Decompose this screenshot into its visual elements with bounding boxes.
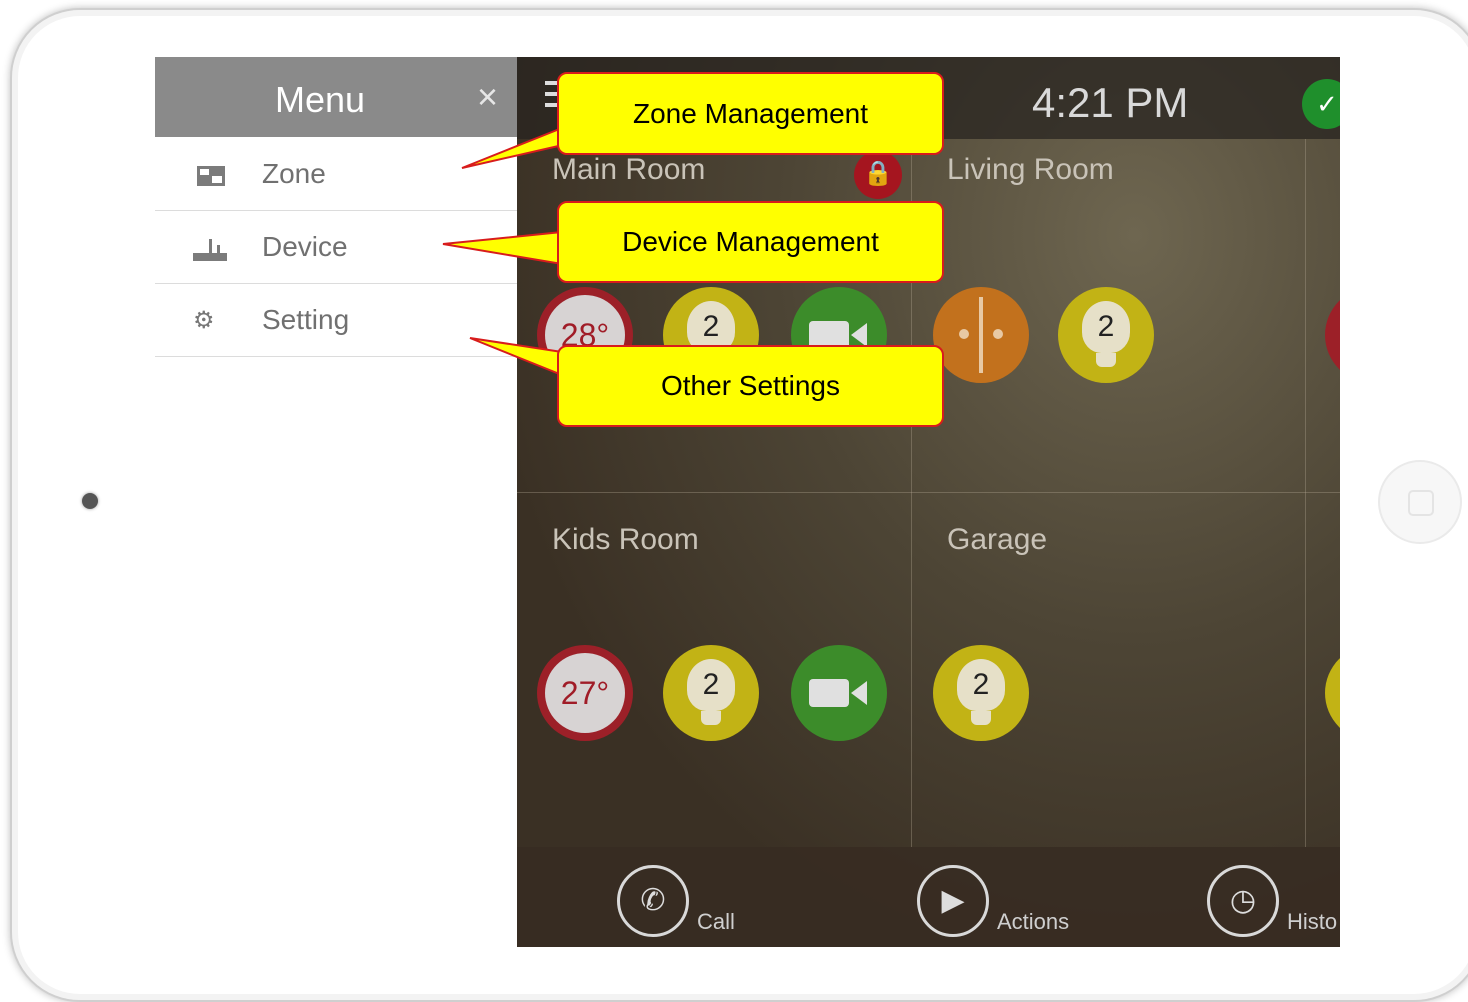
actions-label: Actions <box>997 909 1070 934</box>
home-square-icon <box>1408 490 1434 516</box>
check-icon[interactable]: ✓ <box>1302 79 1340 129</box>
side-menu: Menu × Zone Device ⚙ Setting <box>155 57 517 947</box>
light-count: 2 <box>687 659 735 711</box>
light-button[interactable] <box>1325 645 1340 741</box>
thermostat-button[interactable] <box>1325 287 1340 383</box>
lock-icon[interactable]: 🔒 <box>854 151 902 199</box>
menu-header: Menu × <box>155 57 517 137</box>
zone-icon <box>197 166 225 186</box>
home-button[interactable] <box>1378 460 1462 544</box>
clock-icon: ◷ <box>1207 865 1279 937</box>
light-count: 2 <box>1082 301 1130 353</box>
light-button[interactable]: 2 <box>663 645 759 741</box>
play-icon: ▶ <box>917 865 989 937</box>
camera-icon <box>809 679 849 707</box>
menu-item-label: Device <box>262 231 348 262</box>
camera-button[interactable] <box>791 645 887 741</box>
menu-item-device[interactable]: Device <box>155 211 517 284</box>
bottom-toolbar: ✆ Call ▶ Actions ◷ Histo <box>517 847 1340 947</box>
thermostat-button[interactable]: 27° <box>537 645 633 741</box>
grid-divider <box>1305 139 1306 847</box>
zone-callout: Zone Management <box>557 72 944 155</box>
history-label: Histo <box>1287 909 1338 934</box>
clock: 4:21 PM <box>1032 79 1189 126</box>
room-name-kids[interactable]: Kids Room <box>552 523 699 557</box>
room-name-garage[interactable]: Garage <box>947 523 1047 557</box>
gear-icon: ⚙ <box>193 307 215 334</box>
menu-item-zone[interactable]: Zone <box>155 138 517 211</box>
settings-callout: Other Settings <box>557 345 944 427</box>
screen: 4:21 PM ✓ Main Room 🔒 Living Room Kids R… <box>155 57 1340 947</box>
menu-title: Menu <box>275 79 366 120</box>
home-dashboard: 4:21 PM ✓ Main Room 🔒 Living Room Kids R… <box>517 57 1340 947</box>
light-count: 2 <box>957 659 1005 711</box>
device-callout: Device Management <box>557 201 944 283</box>
menu-item-setting[interactable]: ⚙ Setting <box>155 284 517 357</box>
phone-icon: ✆ <box>617 865 689 937</box>
room-name-living[interactable]: Living Room <box>947 153 1114 187</box>
menu-item-label: Setting <box>262 304 350 335</box>
light-button[interactable]: 2 <box>1058 287 1154 383</box>
front-camera <box>82 493 98 509</box>
thermostat-reading: 27° <box>545 653 625 733</box>
close-icon[interactable]: × <box>477 77 498 117</box>
light-button[interactable]: 2 <box>933 645 1029 741</box>
room-name-main[interactable]: Main Room <box>552 153 705 187</box>
grid-divider <box>517 492 1340 493</box>
door-button[interactable] <box>933 287 1029 383</box>
door-icon <box>979 297 983 373</box>
call-label: Call <box>697 909 735 934</box>
menu-item-label: Zone <box>262 158 326 189</box>
router-icon <box>193 239 227 263</box>
